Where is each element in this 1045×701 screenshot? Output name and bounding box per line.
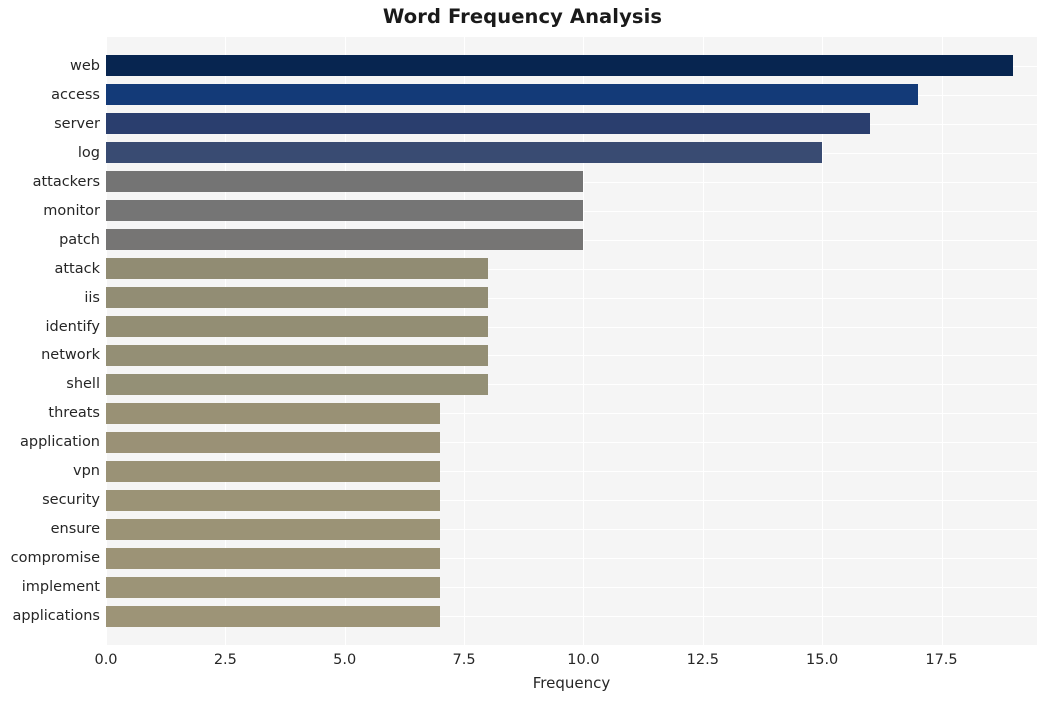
bar-iis <box>106 287 488 309</box>
bar-applications <box>106 605 441 627</box>
y-tick-label-attack: attack <box>54 260 100 277</box>
y-tick-label-log: log <box>77 144 100 161</box>
bar-security <box>106 489 441 511</box>
y-tick-label-identify: identify <box>45 318 101 335</box>
x-tick-label: 10.0 <box>567 652 600 668</box>
x-tick-label: 5.0 <box>333 652 357 668</box>
x-tick-label: 15.0 <box>805 652 839 668</box>
bar-monitor <box>106 200 584 222</box>
bar-patch <box>106 229 584 251</box>
bar-web <box>106 55 1014 77</box>
y-tick-label-monitor: monitor <box>43 202 100 219</box>
bar-identify <box>106 316 488 338</box>
bar-threats <box>106 402 441 424</box>
x-tick-label: 17.5 <box>925 652 958 668</box>
x-tick-label: 2.5 <box>213 652 237 668</box>
page-title: Word Frequency Analysis <box>382 5 663 28</box>
y-tick-label-applications: applications <box>12 608 100 625</box>
y-tick-label-ensure: ensure <box>50 521 100 538</box>
bar-compromise <box>106 547 441 569</box>
bar-vpn <box>106 460 441 482</box>
bar-application <box>106 431 441 453</box>
y-tick-label-shell: shell <box>66 376 100 393</box>
bar-network <box>106 344 488 366</box>
x-tick-label: 0.0 <box>94 652 118 668</box>
bar-shell <box>106 373 488 395</box>
y-tick-label-attackers: attackers <box>32 173 100 190</box>
y-tick-label-application: application <box>20 434 100 451</box>
y-axis: web access server log attackers monitor patch a… <box>0 37 100 645</box>
bar-implement <box>106 576 441 598</box>
y-tick-label-threats: threats <box>48 405 100 422</box>
y-tick-label-network: network <box>41 347 100 364</box>
plot-area <box>106 37 1037 645</box>
x-tick-label: 12.5 <box>686 652 719 668</box>
bar-server <box>106 113 870 135</box>
bar-access <box>106 84 918 106</box>
x-tick-label: 7.5 <box>452 652 476 668</box>
y-tick-label-vpn: vpn <box>73 463 100 480</box>
chart-figure: Word Frequency Analysis web access server l… <box>0 0 1045 701</box>
x-axis: 0.0 2.5 5.0 7.5 10.0 12.5 15.0 17.5 <box>94 645 1037 675</box>
y-tick-label-web: web <box>70 57 100 74</box>
y-tick-label-patch: patch <box>59 231 100 248</box>
y-tick-label-access: access <box>51 86 100 103</box>
bar-ensure <box>106 518 441 540</box>
y-tick-label-security: security <box>42 492 100 509</box>
y-tick-label-server: server <box>54 115 100 132</box>
y-tick-label-iis: iis <box>84 289 100 306</box>
bar-log <box>106 142 823 164</box>
bar-attackers <box>106 171 584 193</box>
gridline-vertical <box>941 37 943 645</box>
bar-attack <box>106 258 488 280</box>
y-tick-label-compromise: compromise <box>10 550 100 567</box>
x-axis-label: Frequency <box>532 674 611 692</box>
y-tick-label-implement: implement <box>21 579 100 596</box>
